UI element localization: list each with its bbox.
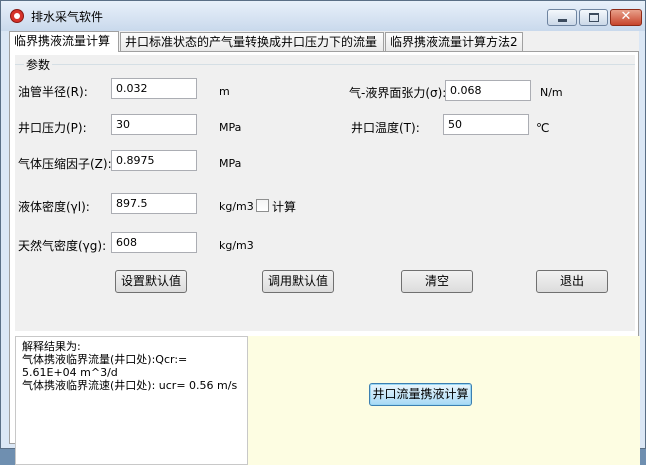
surface-tension-input[interactable]: 0.068	[445, 80, 531, 101]
wellhead-temp-input[interactable]: 50	[443, 114, 529, 135]
result-line-3: 5.61E+04 m^3/d	[22, 366, 118, 379]
tubing-radius-unit: m	[219, 85, 230, 98]
exit-button[interactable]: 退出	[536, 270, 608, 293]
group-divider	[15, 64, 635, 65]
params-group-title: 参数	[24, 56, 53, 73]
maximize-button[interactable]	[579, 9, 608, 26]
result-line-1: 解释结果为:	[22, 340, 81, 353]
wellhead-temp-unit: ℃	[536, 121, 550, 135]
minimize-button[interactable]	[547, 9, 577, 26]
load-default-button[interactable]: 调用默认值	[262, 270, 334, 293]
wellhead-pressure-label: 井口压力(P):	[18, 121, 87, 135]
tab-critical-flow[interactable]: 临界携液流量计算	[9, 31, 119, 52]
app-icon	[10, 9, 24, 23]
tab-critical-flow-method2[interactable]: 临界携液流量计算方法2	[385, 32, 523, 51]
gas-density-unit: kg/m3	[219, 239, 254, 252]
surface-tension-unit: N/m	[540, 86, 563, 99]
clear-button[interactable]: 清空	[401, 270, 473, 293]
main-window: 排水采气软件 ✕ 临界携液流量计算 井口标准状态的产气量转换成井口压力下的流量 …	[0, 0, 646, 465]
calc-panel: 井口流量携液计算	[248, 336, 640, 465]
params-groupbox: 参数 油管半径(R): 0.032 m 气-液界面张力(σ): 0.068 N/…	[15, 55, 635, 331]
liquid-density-input[interactable]: 897.5	[111, 193, 197, 214]
wellhead-flow-calc-button[interactable]: 井口流量携液计算	[369, 383, 472, 406]
wellhead-pressure-unit: MPa	[219, 121, 242, 134]
window-title: 排水采气软件	[31, 10, 104, 24]
liquid-density-label: 液体密度(γl):	[18, 200, 90, 214]
tab-page: 参数 油管半径(R): 0.032 m 气-液界面张力(σ): 0.068 N/…	[9, 51, 640, 465]
result-line-4: 气体携液临界流速(井口处): ucr= 0.56 m/s	[22, 379, 238, 392]
tab-flow-conversion[interactable]: 井口标准状态的产气量转换成井口压力下的流量	[120, 32, 384, 51]
wellhead-pressure-input[interactable]: 30	[111, 114, 197, 135]
gas-z-label: 气体压缩因子(Z):	[18, 157, 112, 171]
liquid-density-unit: kg/m3	[219, 200, 254, 213]
close-button[interactable]: ✕	[610, 9, 642, 26]
result-line-2: 气体携液临界流量(井口处):Qcr:=	[22, 353, 188, 366]
tubing-radius-label: 油管半径(R):	[18, 85, 88, 99]
gas-density-label: 天然气密度(γg):	[18, 239, 107, 253]
result-textbox[interactable]: 解释结果为: 气体携液临界流量(井口处):Qcr:= 5.61E+04 m^3/…	[15, 336, 248, 465]
close-icon: ✕	[620, 9, 632, 24]
calc-density-label: 计算	[272, 200, 297, 214]
wellhead-temp-label: 井口温度(T):	[351, 121, 420, 135]
title-bar[interactable]: 排水采气软件 ✕	[1, 1, 645, 31]
client-area: 临界携液流量计算 井口标准状态的产气量转换成井口压力下的流量 临界携液流量计算方…	[9, 31, 640, 465]
gas-density-input[interactable]: 608	[111, 232, 197, 253]
surface-tension-label: 气-液界面张力(σ):	[349, 86, 447, 100]
gas-z-input[interactable]: 0.8975	[111, 150, 197, 171]
tubing-radius-input[interactable]: 0.032	[111, 78, 197, 99]
gas-z-unit: MPa	[219, 157, 242, 170]
calc-density-checkbox[interactable]	[256, 199, 269, 212]
set-default-button[interactable]: 设置默认值	[115, 270, 187, 293]
